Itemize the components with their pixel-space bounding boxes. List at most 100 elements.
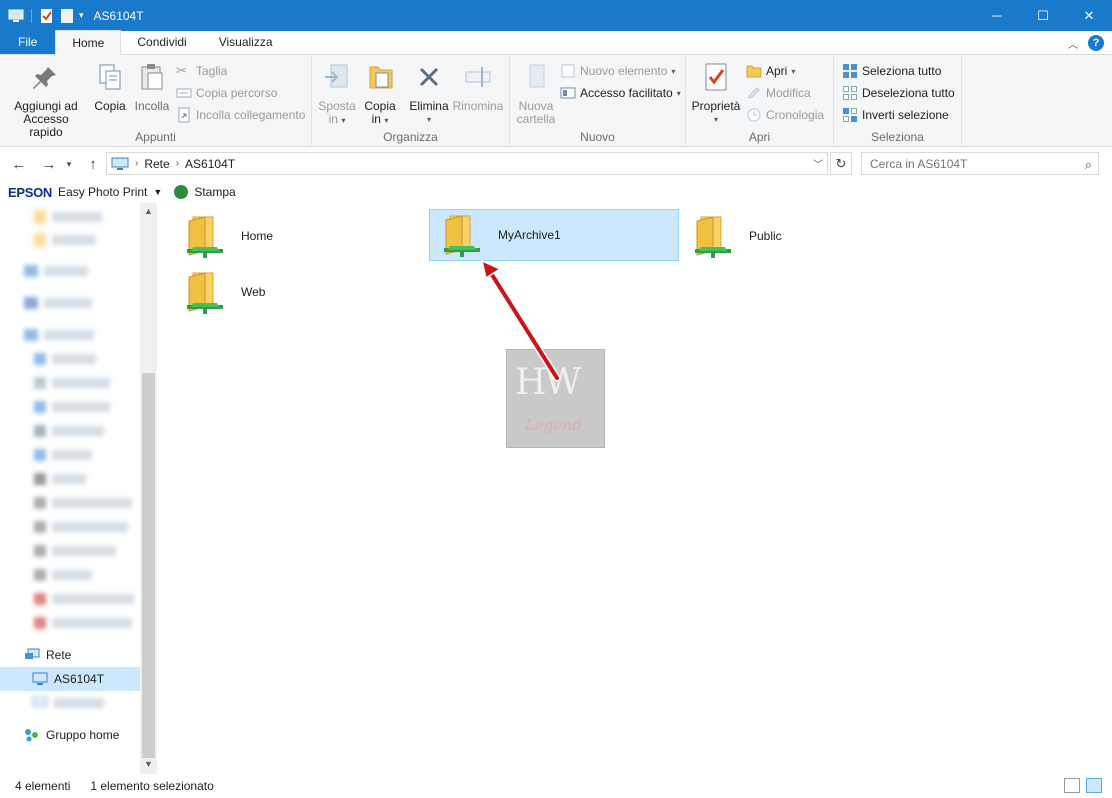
minimize-button[interactable]: ─ xyxy=(974,0,1020,31)
new-folder-icon xyxy=(529,64,545,88)
properties-icon[interactable] xyxy=(39,8,55,24)
edit-label: Modifica xyxy=(766,86,811,100)
new-folder-button[interactable]: Nuova cartella xyxy=(514,61,558,126)
new-item-button[interactable]: Nuovo elemento ▾ xyxy=(560,61,675,81)
tab-share[interactable]: Condividi xyxy=(121,30,202,54)
nav-item-blurred[interactable] xyxy=(0,371,140,395)
delete-button[interactable]: Elimina ▾ xyxy=(408,61,450,126)
nav-item-blurred[interactable] xyxy=(0,539,140,563)
quick-access-separator xyxy=(31,8,32,23)
rename-icon xyxy=(465,67,491,87)
back-button[interactable]: ← xyxy=(8,154,30,174)
nav-item-blurred[interactable] xyxy=(0,323,140,347)
paste-shortcut-button[interactable]: Incolla collegamento xyxy=(176,105,305,125)
nav-item-network[interactable]: Rete xyxy=(0,643,140,667)
nav-item-blurred[interactable] xyxy=(0,347,140,371)
watermark-text-bottom: Legend xyxy=(525,416,582,434)
delete-label: Elimina xyxy=(409,99,449,113)
recent-locations-dropdown[interactable]: ▾ xyxy=(62,154,76,174)
item-count: 4 elementi xyxy=(15,779,71,793)
nav-item-blurred[interactable] xyxy=(0,491,140,515)
share-folder-tile[interactable]: Web xyxy=(173,266,423,318)
tab-view[interactable]: Visualizza xyxy=(203,30,289,54)
tiles-view-icon[interactable] xyxy=(1086,778,1102,793)
new-item-label: Nuovo elemento xyxy=(580,64,668,78)
search-box[interactable]: ⌕ xyxy=(861,152,1099,175)
edit-button[interactable]: Modifica xyxy=(746,83,811,103)
nav-item-blurred[interactable] xyxy=(0,467,140,491)
nav-item-blurred[interactable] xyxy=(0,259,140,283)
paste-button[interactable]: Incolla xyxy=(132,61,172,113)
new-folder-icon[interactable] xyxy=(59,8,75,24)
print-button[interactable]: Stampa xyxy=(194,185,235,199)
easy-access-button[interactable]: Accesso facilitato ▾ xyxy=(560,83,681,103)
open-button[interactable]: Apri ▾ xyxy=(746,61,795,81)
ribbon: Aggiungi ad Accesso rapido Copia Incolla… xyxy=(0,55,1112,147)
homegroup-icon xyxy=(25,729,38,742)
nav-item-blurred[interactable] xyxy=(0,395,140,419)
search-icon[interactable]: ⌕ xyxy=(1085,157,1092,173)
nav-item-blurred[interactable] xyxy=(0,587,140,611)
address-history-dropdown-icon[interactable]: ﹀ xyxy=(813,156,823,171)
close-button[interactable]: ✕ xyxy=(1066,0,1112,31)
nav-scrollbar-thumb[interactable] xyxy=(142,373,155,758)
ribbon-collapse-icon[interactable]: ︿ xyxy=(1068,36,1078,51)
help-icon[interactable]: ? xyxy=(1088,35,1104,51)
invert-selection-button[interactable]: Inverti selezione xyxy=(842,105,949,125)
properties-check-icon xyxy=(705,63,727,91)
details-view-icon[interactable] xyxy=(1064,778,1080,793)
cut-button[interactable]: ✂ Taglia xyxy=(176,61,227,81)
easy-photo-print-button[interactable]: Easy Photo Print xyxy=(58,185,147,199)
nav-item-homegroup[interactable]: Gruppo home xyxy=(0,723,140,747)
breadcrumb-as6104t[interactable]: AS6104T xyxy=(185,157,235,171)
nav-item-blurred[interactable] xyxy=(0,691,140,715)
forward-button[interactable]: → xyxy=(38,154,60,174)
nav-item-blurred[interactable] xyxy=(0,443,140,467)
search-input[interactable] xyxy=(870,156,1070,171)
properties-button[interactable]: Proprietà ▾ xyxy=(690,61,742,126)
copy-to-button[interactable]: Copia in ▾ xyxy=(360,61,400,127)
nav-item-as6104t[interactable]: AS6104T xyxy=(0,667,140,691)
select-none-button[interactable]: Deseleziona tutto xyxy=(842,83,955,103)
quick-access-dropdown-icon[interactable]: ▾ xyxy=(79,10,84,21)
address-row: ← → ▾ ↑ › Rete › AS6104T ﹀ ↻ ⌕ xyxy=(0,148,1112,180)
history-button[interactable]: Cronologia xyxy=(746,105,824,125)
nav-item-blurred[interactable] xyxy=(0,205,140,229)
share-folder-tile[interactable]: Public xyxy=(681,210,931,262)
group-organize-label: Organizza xyxy=(383,130,438,144)
tab-home[interactable]: Home xyxy=(55,30,122,55)
copy-path-button[interactable]: Copia percorso xyxy=(176,83,277,103)
nav-item-blurred[interactable] xyxy=(0,291,140,315)
computer-icon[interactable] xyxy=(8,8,24,24)
nav-item-as6104t-label: AS6104T xyxy=(54,672,105,686)
nav-item-blurred[interactable] xyxy=(0,515,140,539)
copy-to-icon xyxy=(369,66,393,89)
nav-item-blurred[interactable] xyxy=(0,228,140,252)
computer-icon xyxy=(32,672,48,685)
nav-item-blurred[interactable] xyxy=(0,611,140,635)
share-folder-tile-selected[interactable]: MyArchive1 xyxy=(429,209,679,261)
easy-photo-print-dropdown-icon[interactable]: ▼ xyxy=(153,187,162,197)
scroll-up-icon[interactable]: ▲ xyxy=(144,206,153,216)
copy-button[interactable]: Copia xyxy=(90,61,130,113)
maximize-button[interactable]: ☐ xyxy=(1020,0,1066,31)
scroll-down-icon[interactable]: ▼ xyxy=(144,759,153,769)
rename-button[interactable]: Rinomina xyxy=(452,61,504,113)
file-view: Home MyArchive1 Public Web xyxy=(157,203,1112,774)
nav-item-blurred[interactable] xyxy=(0,419,140,443)
edit-pencil-icon xyxy=(748,87,760,99)
breadcrumb-network[interactable]: Rete xyxy=(144,157,169,171)
paste-icon xyxy=(141,64,163,90)
refresh-button[interactable]: ↻ xyxy=(830,152,852,175)
tab-file[interactable]: File xyxy=(0,30,56,54)
pin-quick-access-button[interactable]: Aggiungi ad Accesso rapido xyxy=(6,61,86,139)
nav-scrollbar[interactable]: ▲ ▼ xyxy=(140,203,157,774)
up-button[interactable]: ↑ xyxy=(82,154,104,174)
share-folder-tile[interactable]: Home xyxy=(173,210,423,262)
select-all-button[interactable]: Seleziona tutto xyxy=(842,61,941,81)
paste-shortcut-label: Incolla collegamento xyxy=(196,108,306,122)
move-to-button[interactable]: Sposta in ▾ xyxy=(316,61,358,127)
open-folder-icon xyxy=(746,65,762,78)
address-bar[interactable]: › Rete › AS6104T ﹀ xyxy=(106,152,828,175)
nav-item-blurred[interactable] xyxy=(0,563,140,587)
